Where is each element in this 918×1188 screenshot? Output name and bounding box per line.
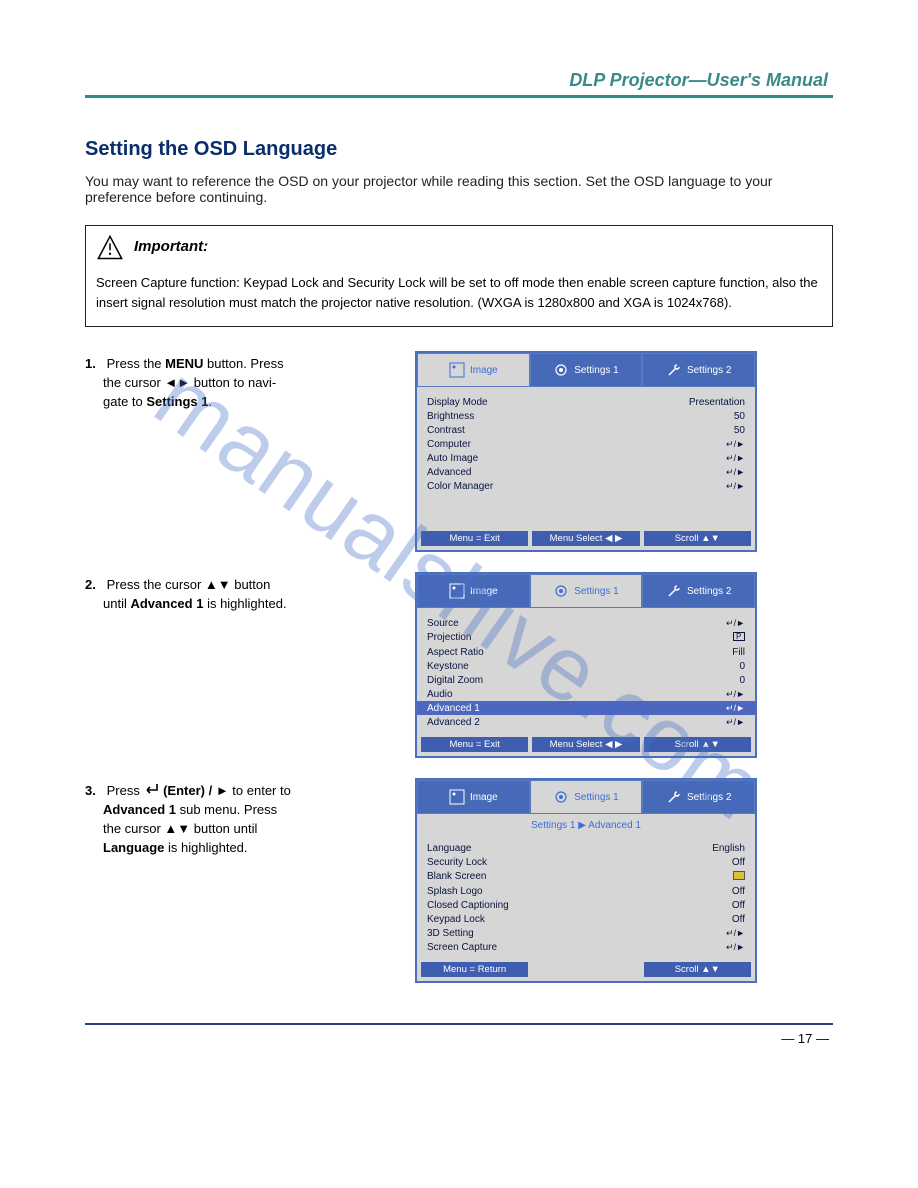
osd-item: Blank Screen: [427, 869, 745, 884]
footer-scroll: Scroll ▲▼: [644, 531, 751, 546]
osd1-body: Display ModePresentation Brightness50 Co…: [417, 387, 755, 527]
tab-settings1: Settings 1: [530, 353, 643, 387]
tab-image: Image: [417, 574, 530, 608]
osd-item: ProjectionP: [427, 630, 745, 645]
warning-icon: [96, 234, 124, 267]
footer-exit: Menu = Exit: [421, 737, 528, 752]
osd-item: Contrast50: [427, 423, 745, 437]
osd-item-highlighted: Advanced 1↵/►: [417, 701, 755, 715]
osd-item: Brightness50: [427, 409, 745, 423]
enter-arrow-icon: [143, 782, 159, 801]
tab-image: Image: [417, 353, 530, 387]
important-text: Screen Capture function: Keypad Lock and…: [96, 273, 822, 312]
image-icon: [449, 583, 465, 599]
gear-icon: [553, 789, 569, 805]
page-number: — 17 —: [85, 1031, 833, 1046]
footer-return: Menu = Return: [421, 962, 528, 977]
osd-item: Closed CaptioningOff: [427, 898, 745, 912]
osd-screenshot-1: Image Settings 1 Settings 2 Display Mode…: [415, 351, 757, 552]
section-heading: Setting the OSD Language: [85, 138, 833, 161]
tab-settings2: Settings 2: [642, 780, 755, 814]
projection-icon: P: [733, 632, 745, 644]
osd-item: Splash LogoOff: [427, 884, 745, 898]
osd-item: Audio↵/►: [427, 687, 745, 701]
osd-item: Display ModePresentation: [427, 395, 745, 409]
osd-item: Keypad LockOff: [427, 912, 745, 926]
osd-item: Source↵/►: [427, 616, 745, 630]
important-label: Important:: [134, 238, 208, 255]
osd-item: 3D Setting↵/►: [427, 926, 745, 940]
footer-select: Menu Select ◀ ▶: [532, 531, 639, 546]
step-3-text: 3. Press (Enter) / ► to enter to Advance…: [85, 778, 385, 858]
tab-settings2: Settings 2: [642, 574, 755, 608]
osd-item: Screen Capture↵/►: [427, 940, 745, 954]
footer-scroll: Scroll ▲▼: [644, 737, 751, 752]
tab-settings1: Settings 1: [530, 780, 643, 814]
important-box: Important: Screen Capture function: Keyp…: [85, 225, 833, 327]
step-3: 3. Press (Enter) / ► to enter to Advance…: [85, 778, 833, 983]
wrench-icon: [666, 583, 682, 599]
osd-item: Color Manager↵/►: [427, 479, 745, 493]
osd-screenshot-2: Image Settings 1 Settings 2 Source↵/► Pr…: [415, 572, 757, 758]
osd3-body: LanguageEnglish Security LockOff Blank S…: [417, 833, 755, 958]
wrench-icon: [666, 362, 682, 378]
step-2: 2. Press the cursor ▲▼ button until Adva…: [85, 572, 833, 758]
osd-breadcrumb: Settings 1 ▶ Advanced 1: [417, 814, 755, 833]
image-icon: [449, 789, 465, 805]
gear-icon: [553, 362, 569, 378]
osd1-footer: Menu = Exit Menu Select ◀ ▶ Scroll ▲▼: [421, 531, 751, 546]
footer-spacer: [532, 962, 639, 977]
osd-item: Aspect RatioFill: [427, 645, 745, 659]
gear-icon: [553, 583, 569, 599]
wrench-icon: [666, 789, 682, 805]
section-intro: You may want to reference the OSD on you…: [85, 173, 833, 205]
header-rule: [85, 95, 833, 98]
tab-image: Image: [417, 780, 530, 814]
footer-rule: [85, 1023, 833, 1025]
osd3-footer: Menu = Return Scroll ▲▼: [421, 962, 751, 977]
osd-item: Keystone0: [427, 659, 745, 673]
osd2-footer: Menu = Exit Menu Select ◀ ▶ Scroll ▲▼: [421, 737, 751, 752]
osd2-body: Source↵/► ProjectionP Aspect RatioFill K…: [417, 608, 755, 733]
footer-select: Menu Select ◀ ▶: [532, 737, 639, 752]
step-1: 1. Press the MENU button. Press the curs…: [85, 351, 833, 552]
osd-item: Advanced 2↵/►: [427, 715, 745, 729]
document-page: manualshive.com DLP Projector—User's Man…: [0, 0, 918, 1188]
step-1-text: 1. Press the MENU button. Press the curs…: [85, 351, 385, 412]
tab-settings2: Settings 2: [642, 353, 755, 387]
blank-color-swatch: [733, 871, 745, 883]
osd-item: LanguageEnglish: [427, 841, 745, 855]
osd-item: Computer↵/►: [427, 437, 745, 451]
tab-settings1: Settings 1: [530, 574, 643, 608]
osd-screenshot-3: Image Settings 1 Settings 2 Settings 1 ▶…: [415, 778, 757, 983]
osd-item: Security LockOff: [427, 855, 745, 869]
osd-item: Advanced↵/►: [427, 465, 745, 479]
image-icon: [449, 362, 465, 378]
osd-item: Auto Image↵/►: [427, 451, 745, 465]
osd-item: Digital Zoom0: [427, 673, 745, 687]
footer-scroll: Scroll ▲▼: [644, 962, 751, 977]
footer-exit: Menu = Exit: [421, 531, 528, 546]
header-title: DLP Projector—User's Manual: [85, 70, 833, 91]
step-2-text: 2. Press the cursor ▲▼ button until Adva…: [85, 572, 385, 614]
